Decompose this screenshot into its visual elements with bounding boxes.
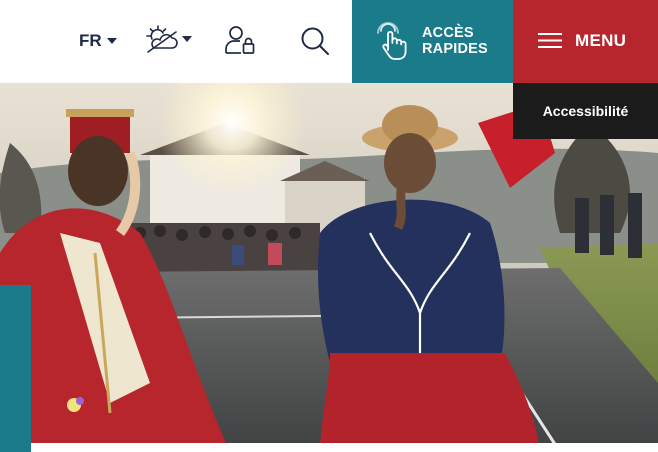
- chevron-down-icon: [182, 36, 192, 42]
- quick-access-button[interactable]: ACCÈS RAPIDES: [352, 0, 513, 83]
- hamburger-icon: [538, 33, 562, 48]
- quick-access-label: ACCÈS RAPIDES: [422, 25, 488, 57]
- weather-button[interactable]: [146, 24, 192, 54]
- account-button[interactable]: [224, 24, 256, 61]
- quick-access-line2: RAPIDES: [422, 41, 488, 57]
- language-selector[interactable]: FR: [79, 30, 117, 52]
- user-lock-icon: [225, 26, 255, 54]
- language-code: FR: [79, 31, 102, 50]
- accessibility-label: Accessibilité: [542, 103, 629, 119]
- chevron-down-icon: [106, 38, 117, 44]
- weather-sun-cloud-icon: [146, 25, 178, 53]
- menu-button[interactable]: MENU: [513, 0, 658, 83]
- site-header: FR ACCÈS RAPIDES MENU: [0, 0, 658, 83]
- search-button[interactable]: [300, 26, 330, 61]
- accessibility-button[interactable]: Accessibilité: [513, 83, 658, 139]
- search-icon: [301, 27, 329, 55]
- decorative-teal-strip: [0, 285, 31, 452]
- menu-label: MENU: [575, 31, 627, 50]
- content-panel-edge: [31, 443, 658, 452]
- quick-access-line1: ACCÈS: [422, 25, 474, 41]
- hand-pointer-icon: [377, 22, 407, 60]
